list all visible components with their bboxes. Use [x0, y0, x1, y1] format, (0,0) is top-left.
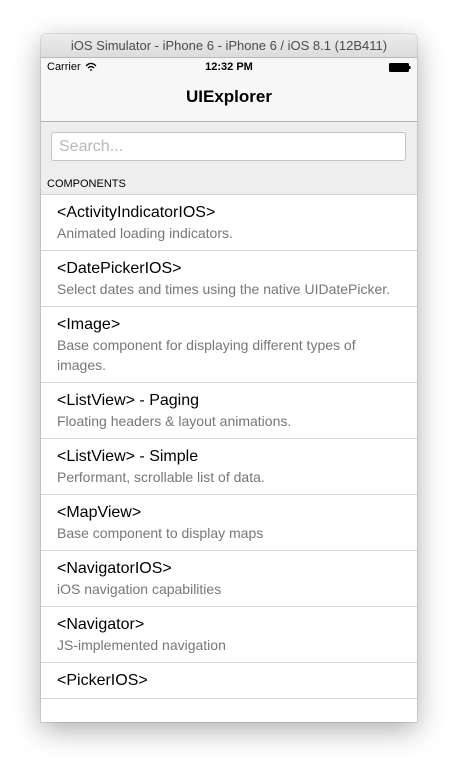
- list-item-description: Performant, scrollable list of data.: [57, 469, 265, 485]
- list-item-title: <ActivityIndicatorIOS>: [57, 204, 216, 221]
- list-item-title: <ListView> - Paging: [57, 392, 200, 409]
- list-item-description: Base component to display maps: [57, 525, 264, 541]
- list-item-description: Base component for displaying different …: [57, 337, 356, 373]
- list-item-description: JS-implemented navigation: [57, 637, 226, 653]
- list-item[interactable]: <Navigator> JS-implemented navigation: [41, 607, 417, 663]
- status-bar: Carrier 12:32 PM: [41, 58, 417, 77]
- list-item-title: <MapView>: [57, 504, 142, 521]
- window-title: iOS Simulator - iPhone 6 - iPhone 6 / iO…: [70, 38, 388, 53]
- list-item[interactable]: <NavigatorIOS> iOS navigation capabiliti…: [41, 551, 417, 607]
- section-header-label: COMPONENTS: [47, 178, 126, 190]
- list-item-title: <Image>: [57, 316, 121, 333]
- list-item[interactable]: <MapView> Base component to display maps: [41, 495, 417, 551]
- list-item[interactable]: <Image> Base component for displaying di…: [41, 307, 417, 383]
- list-item-title: <ListView> - Simple: [57, 448, 199, 465]
- navigation-bar: UIExplorer: [41, 77, 417, 122]
- list-item[interactable]: <ListView> - Paging Floating headers & l…: [41, 383, 417, 439]
- list-item[interactable]: <DatePickerIOS> Select dates and times u…: [41, 251, 417, 307]
- search-input[interactable]: [51, 132, 406, 161]
- list-item-description: Floating headers & layout animations.: [57, 413, 292, 429]
- list-item-title: <DatePickerIOS>: [57, 260, 182, 277]
- list-item-description: Select dates and times using the native …: [57, 281, 391, 297]
- list-item-description: iOS navigation capabilities: [57, 581, 222, 597]
- list-item-title: <Navigator>: [57, 616, 145, 633]
- search-bar: [41, 122, 417, 175]
- window-title-bar[interactable]: iOS Simulator - iPhone 6 - iPhone 6 / iO…: [41, 34, 417, 58]
- list-item[interactable]: <PickerIOS>: [41, 663, 417, 699]
- section-header: COMPONENTS: [41, 175, 417, 195]
- battery-icon: [389, 63, 411, 72]
- components-list: <ActivityIndicatorIOS> Animated loading …: [41, 195, 417, 699]
- list-item-title: <PickerIOS>: [57, 672, 148, 689]
- list-item-description: Animated loading indicators.: [57, 225, 233, 241]
- list-item-title: <NavigatorIOS>: [57, 560, 172, 577]
- status-time: 12:32 PM: [205, 61, 253, 73]
- list-item[interactable]: <ActivityIndicatorIOS> Animated loading …: [41, 195, 417, 251]
- simulator-window: iOS Simulator - iPhone 6 - iPhone 6 / iO…: [41, 34, 417, 722]
- list-item[interactable]: <ListView> - Simple Performant, scrollab…: [41, 439, 417, 495]
- page-title: UIExplorer: [186, 87, 272, 106]
